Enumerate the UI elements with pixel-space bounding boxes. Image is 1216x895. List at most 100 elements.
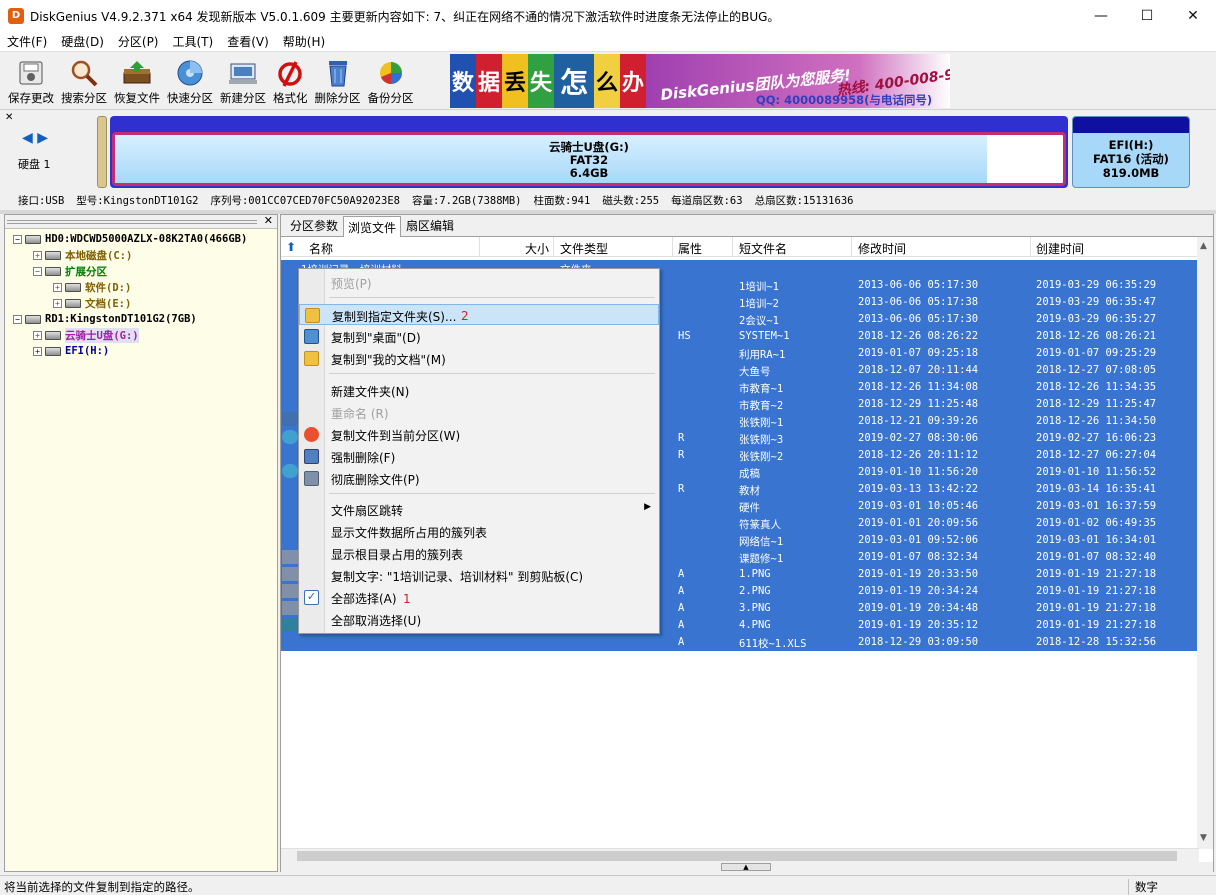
delete-partition-button[interactable]: 删除分区	[315, 55, 361, 109]
up-folder-icon[interactable]: ⬆	[286, 240, 296, 254]
col-short-name[interactable]: 短文件名	[739, 240, 787, 257]
delete-icon	[323, 58, 353, 88]
menu-copy-to-desktop[interactable]: 复制到"桌面"(D)	[299, 326, 659, 347]
quick-partition-icon	[175, 58, 205, 88]
close-button[interactable]: ✕	[1170, 0, 1216, 32]
file-short-name: 张铁刚~1	[739, 417, 784, 429]
menu-deselect-all[interactable]: 全部取消选择(U)	[299, 609, 659, 630]
app-icon: D	[8, 8, 24, 24]
file-short-name: 张铁刚~2	[739, 451, 784, 463]
file-short-name: 1培训~2	[739, 298, 779, 310]
disk-scroll-handle[interactable]	[97, 116, 107, 188]
horizontal-scrollbar[interactable]	[281, 848, 1199, 862]
backup-partition-button[interactable]: 备份分区	[368, 55, 414, 109]
menu-file[interactable]: 文件(F)	[0, 33, 54, 50]
menu-copy-to-folder[interactable]: 复制到指定文件夹(S)...	[299, 304, 659, 325]
menu-new-folder[interactable]: 新建文件夹(N)	[299, 380, 659, 401]
menu-partition[interactable]: 分区(P)	[111, 33, 166, 50]
tree-item-g[interactable]: + 云骑士U盘(G:)	[33, 327, 139, 343]
scroll-down-icon[interactable]: ▼	[1200, 833, 1207, 843]
partition-icon	[45, 346, 61, 356]
tree-item-h[interactable]: + EFI(H:)	[33, 343, 109, 359]
partition-main[interactable]: 云骑士U盘(G:) FAT32 6.4GB	[110, 116, 1068, 188]
quick-partition-button[interactable]: 快速分区	[167, 55, 213, 109]
menu-wipe-delete[interactable]: 彻底删除文件(P)	[299, 468, 659, 489]
menu-show-root-clusters[interactable]: 显示根目录占用的簇列表	[299, 543, 659, 564]
tree-item-rd1[interactable]: − RD1:KingstonDT101G2(7GB)	[13, 311, 197, 327]
file-short-name: 课题修~1	[739, 553, 784, 565]
partition-icon	[45, 330, 61, 340]
png-file-icon	[282, 584, 298, 598]
file-created: 2019-01-02 06:49:35	[1036, 517, 1157, 529]
recover-icon	[122, 58, 152, 88]
tree-item-c[interactable]: + 本地磁盘(C:)	[33, 247, 132, 263]
backup-icon	[376, 58, 406, 88]
tree-item-e[interactable]: + 文档(E:)	[53, 295, 131, 311]
file-modified: 2018-12-07 20:11:44	[858, 364, 979, 376]
scroll-up-icon[interactable]: ▲	[1200, 241, 1207, 251]
file-attr: A	[678, 568, 685, 580]
file-created: 2019-02-27 16:06:23	[1036, 432, 1157, 444]
tree-item-extended[interactable]: − 扩展分区	[33, 263, 107, 279]
menu-disk[interactable]: 硬盘(D)	[54, 33, 111, 50]
minimize-button[interactable]: —	[1078, 0, 1124, 32]
vertical-scrollbar[interactable]: ▲ ▼	[1197, 237, 1213, 849]
tab-partition-params[interactable]: 分区参数	[285, 214, 343, 236]
context-menu: 预览(P) 复制到指定文件夹(S)... 2 复制到"桌面"(D) 复制到"我的…	[298, 268, 660, 634]
save-changes-button[interactable]: 保存更改	[8, 55, 54, 109]
menu-show-clusters[interactable]: 显示文件数据所占用的簇列表	[299, 521, 659, 542]
file-short-name: 大鱼号	[739, 366, 771, 378]
tree-item-hd0[interactable]: − HD0:WDCWD5000AZLX-08K2TA0(466GB)	[13, 231, 247, 247]
partition-size: 819.0MB	[1102, 166, 1160, 180]
tab-browse-files[interactable]: 浏览文件	[343, 216, 402, 237]
window-title: DiskGenius V4.9.2.371 x64 发现新版本 V5.0.1.6…	[30, 9, 780, 24]
tree-item-d[interactable]: + 软件(D:)	[53, 279, 131, 295]
disk-label: 硬盘 1	[18, 158, 51, 171]
close-icon[interactable]: ✕	[5, 112, 13, 123]
annotation-2: 2	[461, 309, 469, 323]
partition-efi[interactable]: EFI(H:) FAT16 (活动) 819.0MB	[1072, 116, 1190, 188]
recover-files-button[interactable]: 恢复文件	[114, 55, 160, 109]
menu-copy-to-partition[interactable]: 复制文件到当前分区(W)	[299, 424, 659, 445]
menu-copy-text[interactable]: 复制文字: "1培训记录、培训材料" 到剪贴板(C)	[299, 565, 659, 586]
maximize-button[interactable]: ☐	[1124, 0, 1170, 32]
column-header: ⬆ 名称 大小 文件类型 属性 短文件名 修改时间 创建时间	[281, 237, 1199, 257]
file-created: 2019-01-10 11:56:52	[1036, 466, 1157, 478]
menu-select-all[interactable]: ✓ 全部选择(A)	[299, 587, 659, 608]
partition-copy-icon	[304, 427, 319, 442]
file-attr: R	[678, 432, 685, 444]
close-icon[interactable]: ✕	[264, 214, 273, 227]
search-partition-button[interactable]: 搜索分区	[61, 55, 107, 109]
menu-copy-to-documents[interactable]: 复制到"我的文档"(M)	[299, 348, 659, 369]
menu-tools[interactable]: 工具(T)	[166, 33, 221, 50]
col-type[interactable]: 文件类型	[560, 240, 608, 257]
format-button[interactable]: 格式化	[273, 55, 308, 109]
menu-preview[interactable]: 预览(P)	[299, 272, 659, 293]
panel-splitter[interactable]: ▲	[281, 862, 1213, 872]
file-modified: 2013-06-06 05:17:30	[858, 279, 979, 291]
xls-file-icon	[282, 618, 298, 632]
menu-rename[interactable]: 重命名 (R)	[299, 402, 659, 423]
col-created[interactable]: 创建时间	[1036, 240, 1084, 257]
menu-help[interactable]: 帮助(H)	[276, 33, 332, 50]
tab-sector-edit[interactable]: 扇区编辑	[401, 214, 459, 236]
ad-qq: QQ: 4000089958(与电话同号)	[756, 93, 933, 107]
table-row[interactable]: A 611校~1.XLS 2018-12-29 03:09:50 2018-12-28…	[281, 634, 1197, 651]
col-attr[interactable]: 属性	[678, 240, 702, 257]
menu-force-delete[interactable]: 强制删除(F)	[299, 446, 659, 467]
disk-nav-arrows[interactable]: ◀ ▶	[22, 130, 48, 146]
col-modified[interactable]: 修改时间	[858, 240, 906, 257]
menu-view[interactable]: 查看(V)	[220, 33, 276, 50]
banner-char: 数	[450, 54, 476, 108]
delete-icon	[304, 449, 319, 464]
ad-banner[interactable]: 数 据 丢 失 怎 么 办 DiskGenius团队为您服务! 热线: 400-…	[450, 54, 950, 108]
file-modified: 2019-02-27 08:30:06	[858, 432, 979, 444]
col-name[interactable]: 名称	[309, 240, 333, 257]
menu-sector-jump[interactable]: 文件扇区跳转 ▶	[299, 499, 659, 520]
new-partition-button[interactable]: 新建分区	[220, 55, 266, 109]
title-bar: D DiskGenius V4.9.2.371 x64 发现新版本 V5.0.1…	[0, 0, 1216, 32]
col-size[interactable]: 大小	[525, 240, 549, 257]
file-created: 2019-01-07 08:32:40	[1036, 551, 1157, 563]
folder-copy-icon	[305, 308, 320, 323]
file-created: 2018-12-26 11:34:35	[1036, 381, 1157, 393]
